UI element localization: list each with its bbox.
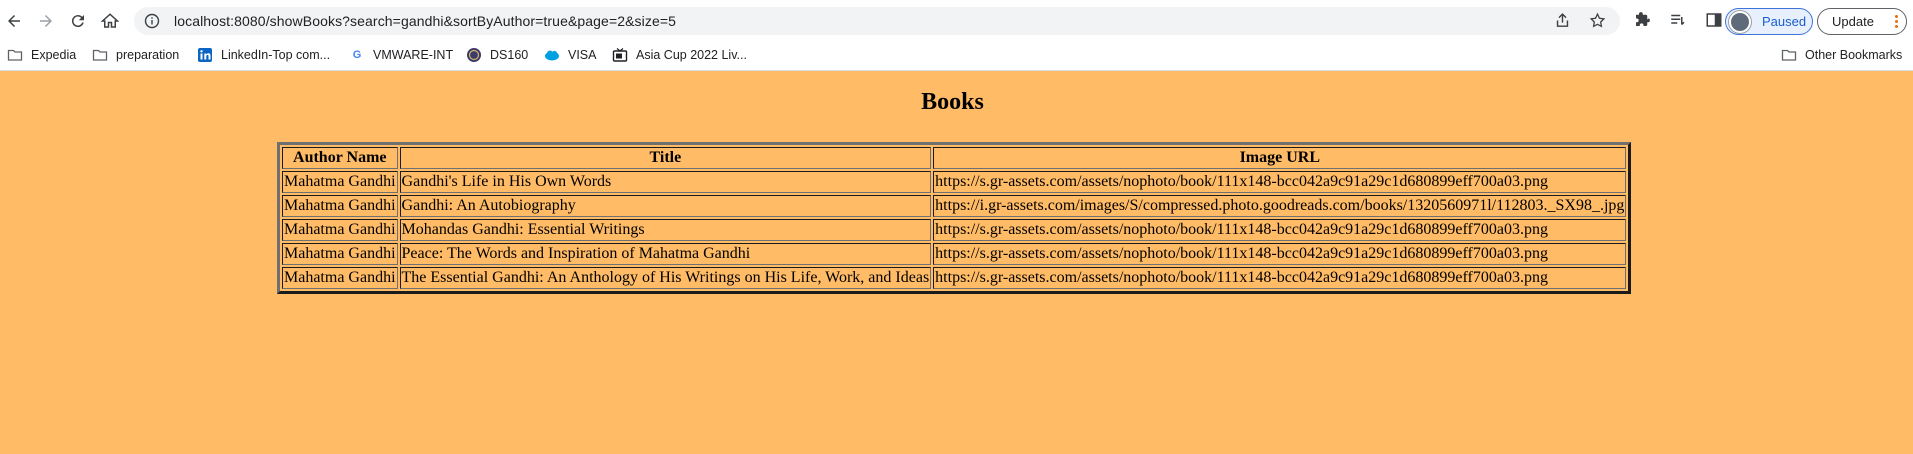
bookmark-star-icon[interactable] bbox=[1589, 12, 1606, 29]
column-header-title: Title bbox=[399, 147, 932, 169]
bookmark-label: preparation bbox=[116, 48, 180, 62]
author-cell: Mahatma Gandhi bbox=[282, 171, 398, 193]
table-row: Mahatma Gandhi Peace: The Words and Insp… bbox=[282, 243, 1627, 265]
bookmark-asia-cup[interactable]: Asia Cup 2022 Liv... bbox=[612, 47, 747, 63]
page-title: Books bbox=[921, 89, 984, 115]
linkedin-icon bbox=[198, 48, 212, 62]
home-button[interactable] bbox=[96, 7, 124, 35]
table-row: Mahatma Gandhi The Essential Gandhi: An … bbox=[282, 267, 1627, 289]
column-header-author: Author Name bbox=[282, 147, 398, 169]
forward-button[interactable] bbox=[32, 7, 60, 35]
author-cell: Mahatma Gandhi bbox=[282, 267, 398, 289]
salesforce-icon bbox=[545, 50, 559, 61]
avatar bbox=[1729, 10, 1751, 33]
side-panel-icon[interactable] bbox=[1705, 11, 1723, 29]
bookmark-label: VISA bbox=[568, 48, 597, 62]
bookmarks-bar: Expedia preparation LinkedIn-Top com... … bbox=[0, 42, 1913, 71]
google-icon: G bbox=[352, 49, 362, 61]
folder-icon bbox=[1781, 49, 1797, 61]
update-label: Update bbox=[1832, 14, 1874, 29]
bookmark-label: Asia Cup 2022 Liv... bbox=[636, 48, 747, 62]
other-bookmarks-label: Other Bookmarks bbox=[1805, 48, 1903, 62]
author-cell: Mahatma Gandhi bbox=[282, 219, 398, 241]
address-bar[interactable]: localhost:8080/showBooks?search=gandhi&s… bbox=[134, 7, 1620, 35]
extensions-puzzle-icon[interactable] bbox=[1633, 11, 1651, 29]
bookmark-label: VMWARE-INT bbox=[373, 48, 454, 62]
seal-icon bbox=[467, 48, 481, 62]
home-icon bbox=[101, 13, 119, 28]
title-cell: Peace: The Words and Inspiration of Maha… bbox=[399, 243, 932, 265]
bookmark-preparation[interactable]: preparation bbox=[92, 47, 179, 63]
image-url-cell: https://s.gr-assets.com/assets/nophoto/b… bbox=[933, 219, 1627, 241]
page-content: Books Author Name Title Image URL Mahatm… bbox=[0, 72, 1913, 454]
title-cell: Gandhi's Life in His Own Words bbox=[399, 171, 932, 193]
folder-icon bbox=[7, 49, 23, 61]
image-url-cell: https://s.gr-assets.com/assets/nophoto/b… bbox=[933, 267, 1627, 289]
bookmark-linkedin[interactable]: LinkedIn-Top com... bbox=[197, 47, 330, 63]
bookmark-vmware-int[interactable]: G VMWARE-INT bbox=[349, 47, 453, 63]
bookmark-visa[interactable]: VISA bbox=[544, 47, 597, 63]
author-cell: Mahatma Gandhi bbox=[282, 243, 398, 265]
table-header-row: Author Name Title Image URL bbox=[282, 147, 1627, 169]
site-info-icon[interactable] bbox=[144, 13, 160, 29]
bookmark-label: LinkedIn-Top com... bbox=[221, 48, 331, 62]
reload-button[interactable] bbox=[64, 7, 92, 35]
title-cell: Gandhi: An Autobiography bbox=[399, 195, 932, 217]
author-cell: Mahatma Gandhi bbox=[282, 195, 398, 217]
tv-icon bbox=[612, 48, 628, 62]
image-url-cell: https://i.gr-assets.com/images/S/compres… bbox=[933, 195, 1627, 217]
bookmark-label: DS160 bbox=[490, 48, 529, 62]
url-text[interactable]: localhost:8080/showBooks?search=gandhi&s… bbox=[174, 13, 676, 29]
browser-toolbar: localhost:8080/showBooks?search=gandhi&s… bbox=[0, 0, 1913, 42]
kebab-menu-icon[interactable] bbox=[1895, 13, 1899, 30]
share-icon[interactable] bbox=[1554, 12, 1571, 29]
back-arrow-icon bbox=[8, 15, 20, 27]
table-row: Mahatma Gandhi Gandhi: An Autobiography … bbox=[282, 195, 1627, 217]
bookmark-ds160[interactable]: DS160 bbox=[466, 47, 528, 63]
reading-list-icon[interactable] bbox=[1669, 11, 1687, 29]
bookmark-expedia[interactable]: Expedia bbox=[7, 47, 76, 63]
image-url-cell: https://s.gr-assets.com/assets/nophoto/b… bbox=[933, 171, 1627, 193]
forward-arrow-icon bbox=[40, 15, 52, 27]
column-header-image-url: Image URL bbox=[933, 147, 1627, 169]
bookmark-label: Expedia bbox=[31, 48, 77, 62]
table-row: Mahatma Gandhi Mohandas Gandhi: Essentia… bbox=[282, 219, 1627, 241]
table-row: Mahatma Gandhi Gandhi's Life in His Own … bbox=[282, 171, 1627, 193]
other-bookmarks[interactable]: Other Bookmarks bbox=[1781, 47, 1902, 63]
paused-label: Paused bbox=[1762, 14, 1807, 29]
folder-icon bbox=[92, 49, 108, 61]
title-cell: The Essential Gandhi: An Anthology of Hi… bbox=[399, 267, 932, 289]
reload-icon bbox=[71, 15, 84, 28]
profile-paused-button[interactable]: Paused bbox=[1725, 8, 1813, 35]
image-url-cell: https://s.gr-assets.com/assets/nophoto/b… bbox=[933, 243, 1627, 265]
update-button[interactable]: Update bbox=[1817, 8, 1907, 35]
books-table: Author Name Title Image URL Mahatma Gand… bbox=[277, 142, 1632, 294]
title-cell: Mohandas Gandhi: Essential Writings bbox=[399, 219, 932, 241]
back-button[interactable] bbox=[0, 7, 28, 35]
